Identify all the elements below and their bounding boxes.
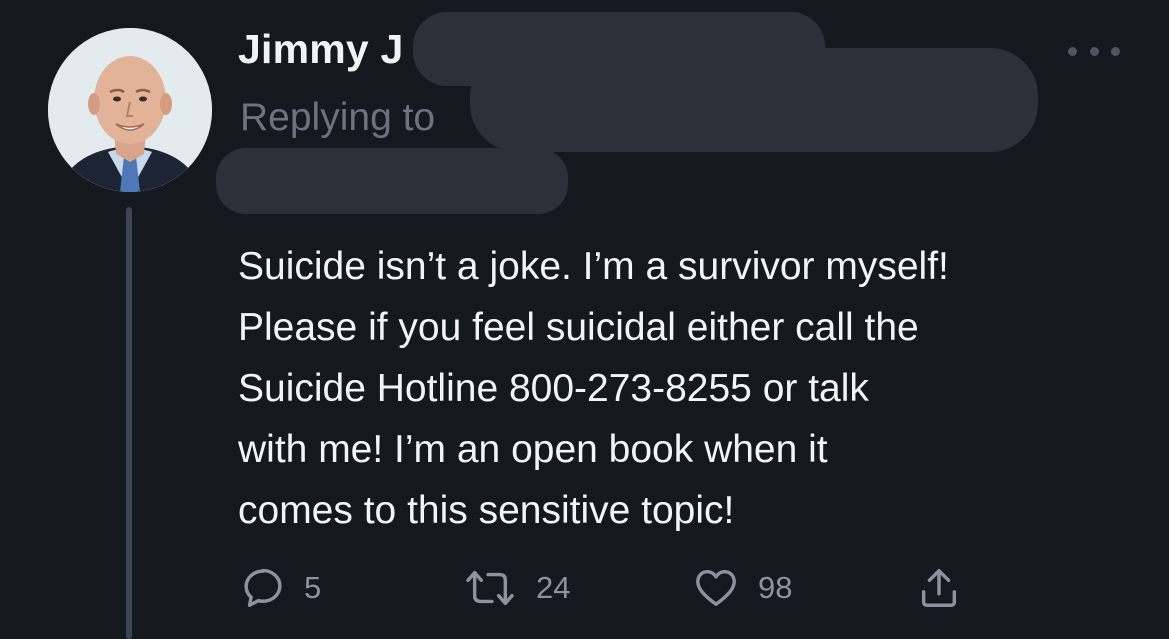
tweet-text-line: Please if you feel suicidal either call … <box>238 306 919 349</box>
more-options-button[interactable] <box>1068 40 1120 62</box>
tweet-text-line: Suicide Hotline 800-273-8255 or talk <box>238 367 869 410</box>
share-button[interactable] <box>916 562 962 614</box>
retweet-count: 24 <box>536 570 571 605</box>
more-dot-icon <box>1068 46 1077 56</box>
redaction-block <box>216 148 568 214</box>
reply-icon <box>244 568 282 607</box>
tweet-text-line: with me! I’m an open book when it <box>238 428 828 471</box>
tweet-text-line: comes to this sensitive topic! <box>238 489 735 532</box>
thread-connector-line <box>126 207 132 639</box>
more-dot-icon <box>1111 46 1120 56</box>
avatar[interactable] <box>48 28 212 192</box>
avatar-image <box>48 28 212 192</box>
like-count: 98 <box>758 570 793 605</box>
tweet-text-line: Suicide isn’t a joke. I’m a survivor mys… <box>238 245 949 288</box>
share-icon <box>921 569 957 607</box>
replying-to-label: Replying to <box>240 96 436 139</box>
retweet-button[interactable]: 24 <box>462 562 570 614</box>
retweet-icon <box>466 570 514 606</box>
more-dot-icon <box>1089 46 1099 56</box>
tweet-text: Suicide isn’t a joke. I’m a survivor mys… <box>238 236 1158 541</box>
reply-count: 5 <box>304 570 322 605</box>
redaction-block <box>413 12 825 86</box>
heart-icon <box>696 569 736 607</box>
like-button[interactable]: 98 <box>692 562 792 614</box>
author-name[interactable]: Jimmy J <box>238 26 404 73</box>
reply-button[interactable]: 5 <box>240 562 321 614</box>
